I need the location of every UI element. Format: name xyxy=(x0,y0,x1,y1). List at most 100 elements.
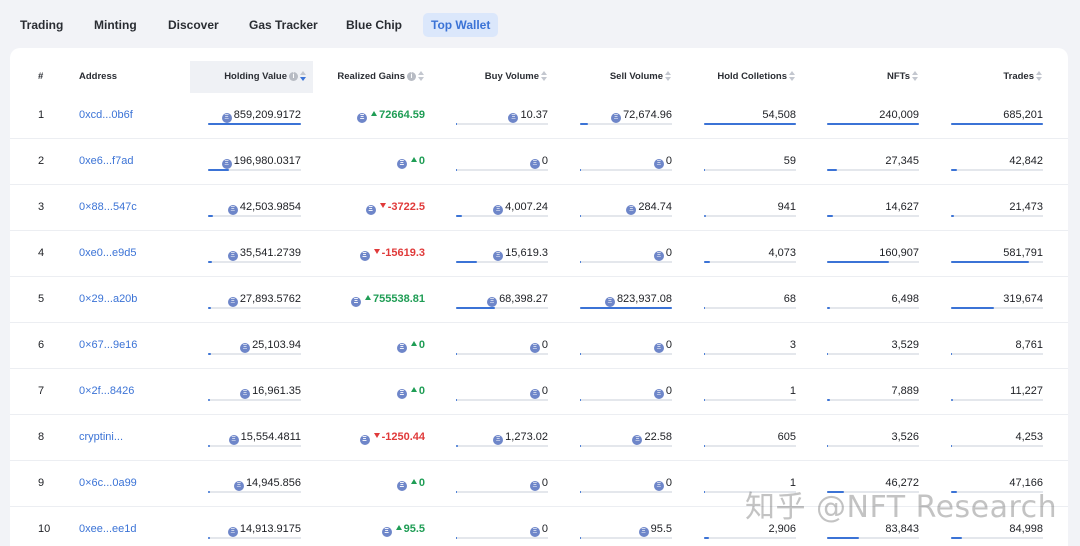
sell-volume: Ξ 284.74 xyxy=(580,185,672,231)
wallet-address-link[interactable]: 0×6c...0a99 xyxy=(79,476,137,490)
sort-icon[interactable] xyxy=(300,71,307,82)
hold-collections-bar xyxy=(704,445,796,447)
holding-value-bar xyxy=(208,261,301,263)
table-row[interactable]: 2 0xe6...f7ad Ξ 196,980.0317 Ξ 0 Ξ 0 Ξ 0 59 27,345 4… xyxy=(10,139,1068,185)
arrow-up-icon xyxy=(410,479,417,484)
wallet-address-link[interactable]: 0×2f...8426 xyxy=(79,384,134,398)
sell-volume: Ξ 22.58 xyxy=(580,415,672,461)
trades-value: 581,791 xyxy=(1003,247,1043,259)
nfts-value: 240,009 xyxy=(879,109,919,121)
table-row[interactable]: 4 0xe0...e9d5 Ξ 35,541.2739 Ξ -15619.3 Ξ 15,619… xyxy=(10,231,1068,277)
realized-gains: Ξ -3722.5 xyxy=(330,185,425,231)
header-sell-volume[interactable]: Sell Volume xyxy=(570,61,672,93)
sort-icon[interactable] xyxy=(912,71,919,82)
wallet-address-link[interactable]: 0×29...a20b xyxy=(79,292,137,306)
sort-icon[interactable] xyxy=(789,71,796,82)
realized-gains-value: 0 xyxy=(418,477,425,489)
hold-collections: 941 xyxy=(704,185,796,231)
holding-value-bar-fill xyxy=(208,307,211,309)
hold-collections-bar-fill xyxy=(704,215,706,217)
wallet-address-link[interactable]: 0×67...9e16 xyxy=(79,338,137,352)
sell-volume-value: 823,937.08 xyxy=(616,293,672,305)
eth-icon: Ξ xyxy=(653,481,664,491)
header-trades[interactable]: Trades xyxy=(950,61,1043,93)
holding-value: Ξ 14,945.856 xyxy=(208,461,301,507)
buy-volume-bar-fill xyxy=(456,261,478,263)
header-nfts[interactable]: NFTs xyxy=(830,61,919,93)
holding-value-value: 15,554.4811 xyxy=(240,431,301,443)
tab-gas-tracker[interactable]: Gas Tracker xyxy=(241,13,326,37)
rank: 7 xyxy=(38,385,45,397)
header-holding-value[interactable]: Holding Value i xyxy=(190,61,313,93)
nfts-bar-fill xyxy=(827,169,838,171)
table-row[interactable]: 1 0xcd...0b6f Ξ 859,209.9172 Ξ 72664.59 Ξ 10.37… xyxy=(10,93,1068,139)
rank-cell: 7 xyxy=(38,369,68,415)
table-row[interactable]: 5 0×29...a20b Ξ 27,893.5762 Ξ 755538.81 Ξ 68,39… xyxy=(10,277,1068,323)
buy-volume: Ξ 10.37 xyxy=(456,93,548,139)
holding-value-value: 35,541.2739 xyxy=(239,247,301,259)
nfts-bar xyxy=(827,123,919,125)
table-row[interactable]: 7 0×2f...8426 Ξ 16,961.35 Ξ 0 Ξ 0 Ξ 0 1 7,889 11,227 xyxy=(10,369,1068,415)
arrow-up-icon xyxy=(365,295,371,300)
holding-value-bar-fill xyxy=(208,353,211,355)
rank-cell: 1 xyxy=(38,93,68,139)
wallet-address-link[interactable]: 0×88...547c xyxy=(79,200,137,214)
eth-icon: Ξ xyxy=(529,343,540,353)
top-navigation: Trading Minting Discover Gas Tracker Blu… xyxy=(0,0,1080,50)
wallet-address-link[interactable]: 0xe6...f7ad xyxy=(79,154,133,168)
eth-icon: Ξ xyxy=(653,343,664,353)
buy-volume: Ξ0 xyxy=(456,139,548,185)
eth-icon: Ξ xyxy=(638,527,649,537)
sort-icon[interactable] xyxy=(1036,71,1043,82)
rank: 9 xyxy=(38,477,45,489)
buy-volume-bar xyxy=(456,491,548,493)
trades-bar xyxy=(951,353,1043,355)
tab-blue-chip[interactable]: Blue Chip xyxy=(338,13,410,37)
nfts-bar xyxy=(827,537,919,539)
tab-trading[interactable]: Trading xyxy=(12,13,71,37)
header-buy-volume[interactable]: Buy Volume xyxy=(450,61,548,93)
trades-bar xyxy=(951,445,1043,447)
trades-bar-fill xyxy=(951,537,963,539)
table-row[interactable]: 6 0×67...9e16 Ξ 25,103.94 Ξ 0 Ξ 0 Ξ 0 3 3,529 8,761 xyxy=(10,323,1068,369)
sell-volume-bar-fill xyxy=(580,261,582,263)
header-hold-collections[interactable]: Hold Colletions xyxy=(700,61,796,93)
realized-gains: Ξ 755538.81 xyxy=(330,277,425,323)
sell-volume-bar xyxy=(580,261,672,263)
eth-icon: Ξ xyxy=(653,159,664,169)
table-row[interactable]: 3 0×88...547c Ξ 42,503.9854 Ξ -3722.5 Ξ 4,007.2… xyxy=(10,185,1068,231)
wallet-address-link[interactable]: 0xcd...0b6f xyxy=(79,108,133,122)
sell-volume-bar xyxy=(580,169,672,171)
trades: 8,761 xyxy=(951,323,1043,369)
sort-icon[interactable] xyxy=(418,71,425,82)
wallet-address-link[interactable]: 0xe0...e9d5 xyxy=(79,246,137,260)
nfts-value: 3,529 xyxy=(891,339,919,351)
buy-volume-bar-fill xyxy=(456,537,458,539)
eth-icon: Ξ xyxy=(626,205,637,215)
rank: 3 xyxy=(38,201,45,213)
address-cell: 0×6c...0a99 xyxy=(79,461,189,507)
eth-icon: Ξ xyxy=(611,113,622,123)
sort-icon[interactable] xyxy=(541,71,548,82)
realized-gains: Ξ 72664.59 xyxy=(330,93,425,139)
hold-collections-bar xyxy=(704,353,796,355)
tab-minting[interactable]: Minting xyxy=(86,13,145,37)
sort-icon[interactable] xyxy=(665,71,672,82)
hold-collections: 54,508 xyxy=(704,93,796,139)
wallet-address-link[interactable]: cryptini... xyxy=(79,430,123,444)
wallet-address-link[interactable]: 0xee...ee1d xyxy=(79,522,137,536)
buy-volume-value: 0 xyxy=(541,477,548,489)
buy-volume: Ξ 68,398.27 xyxy=(456,277,548,323)
trades-value: 8,761 xyxy=(1015,339,1043,351)
buy-volume-bar-fill xyxy=(456,399,458,401)
sell-volume: Ξ0 xyxy=(580,369,672,415)
tab-discover[interactable]: Discover xyxy=(160,13,227,37)
tab-top-wallet[interactable]: Top Wallet xyxy=(423,13,499,37)
realized-gains-value: 755538.81 xyxy=(373,293,425,305)
sell-volume-bar-fill xyxy=(580,537,582,539)
sell-volume-value: 22.58 xyxy=(644,431,672,443)
trades-bar-fill xyxy=(951,307,995,309)
realized-gains-value: 0 xyxy=(418,155,425,167)
header-realized-gains[interactable]: Realized Gains i xyxy=(313,61,425,93)
table-row[interactable]: 8 cryptini... Ξ 15,554.4811 Ξ -1250.44 Ξ 1,273.… xyxy=(10,415,1068,461)
